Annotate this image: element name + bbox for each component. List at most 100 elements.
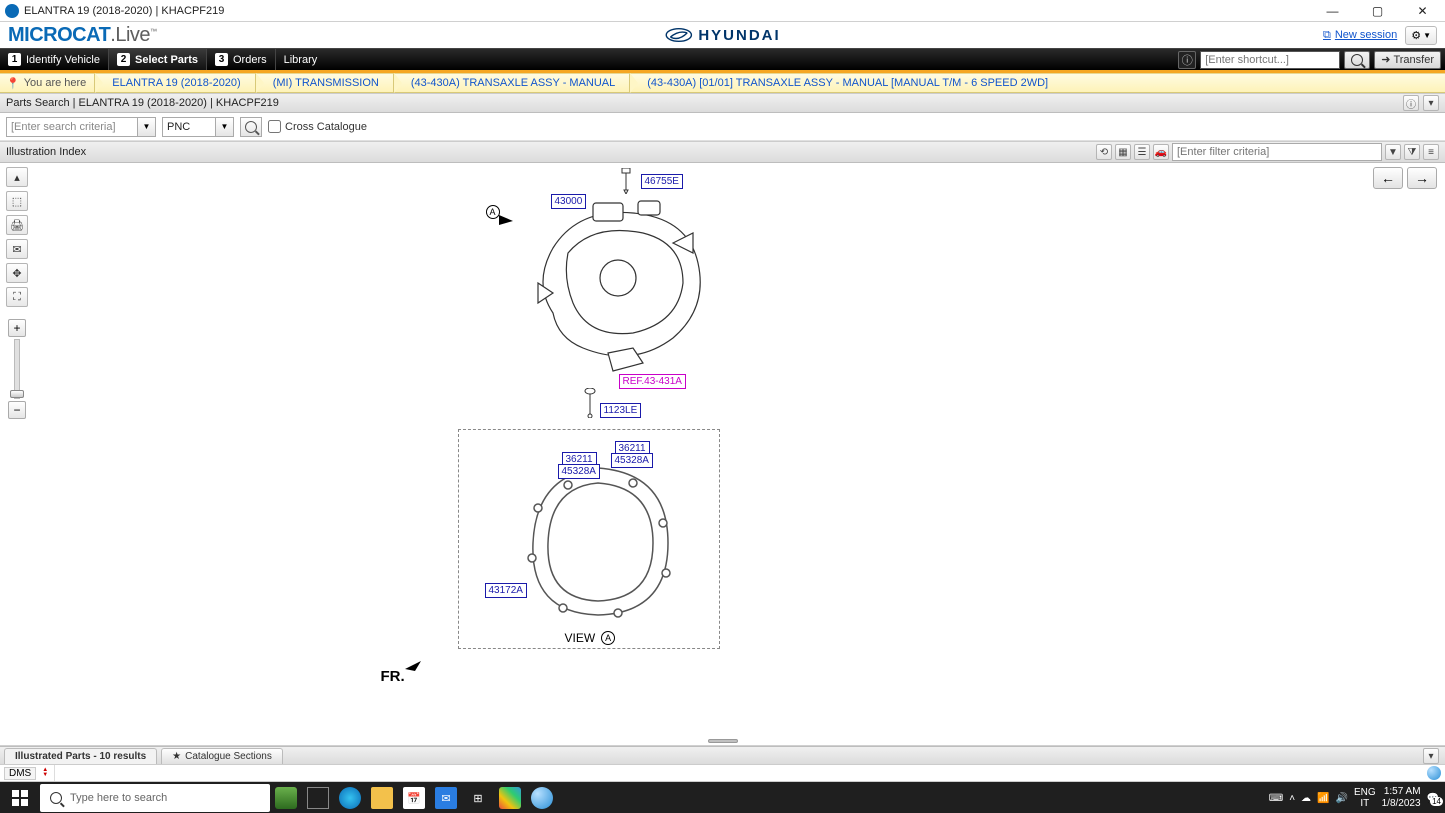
zoom-in-button[interactable]: +	[8, 319, 26, 337]
breadcrumb-item[interactable]: (43-430A) [01/01] TRANSAXLE ASSY - MANUA…	[629, 73, 1062, 93]
fullscreen-button[interactable]: ⛶	[6, 287, 28, 307]
callout-46755E[interactable]: 46755E	[641, 174, 683, 189]
breadcrumb-item[interactable]: ELANTRA 19 (2018-2020)	[94, 73, 254, 93]
transaxle-drawing	[523, 193, 723, 373]
nav-step-identify-vehicle[interactable]: 1 Identify Vehicle	[0, 49, 109, 70]
zoom-out-button[interactable]: −	[8, 401, 26, 419]
security-icon[interactable]: ⊞	[462, 782, 494, 813]
globe-icon[interactable]	[1427, 766, 1441, 780]
breadcrumb-item[interactable]: (43-430A) TRANSAXLE ASSY - MANUAL	[393, 73, 629, 93]
new-session-link[interactable]: ⧉ New session	[1323, 29, 1397, 42]
taskbar-clock[interactable]: 1:57 AM1/8/2023	[1382, 786, 1421, 810]
calendar-icon[interactable]: 📅	[398, 782, 430, 813]
pnc-input[interactable]	[163, 118, 215, 136]
callout-43000[interactable]: 43000	[551, 194, 587, 209]
edge-icon[interactable]	[334, 782, 366, 813]
mail-icon[interactable]: ✉	[430, 782, 462, 813]
chevron-down-icon[interactable]: ▼	[137, 118, 155, 136]
grid-view-button[interactable]: ▦	[1115, 144, 1131, 160]
callout-43172A[interactable]: 43172A	[485, 583, 527, 598]
zoom-slider[interactable]: + −	[6, 319, 28, 419]
filter-button[interactable]: ⧩	[1404, 144, 1420, 160]
collapse-tool-button[interactable]: ▴	[6, 167, 28, 187]
list-view-button[interactable]: ☰	[1134, 144, 1150, 160]
settings-button[interactable]: ⚙ ▼	[1405, 26, 1437, 45]
prev-illustration-button[interactable]: ←	[1373, 167, 1403, 189]
bellhousing-drawing	[518, 463, 678, 623]
breadcrumb-item[interactable]: (MI) TRANSMISSION	[255, 73, 393, 93]
window-title: ELANTRA 19 (2018-2020) | KHACPF219	[24, 5, 224, 17]
app-icon[interactable]	[494, 782, 526, 813]
search-button[interactable]	[240, 117, 262, 137]
file-explorer-icon[interactable]	[366, 782, 398, 813]
callout-45328A[interactable]: 45328A	[611, 453, 653, 468]
shortcut-go-button[interactable]	[1344, 51, 1370, 69]
view-a-label: VIEW A	[565, 631, 616, 645]
vehicle-view-button[interactable]: 🚗	[1153, 144, 1169, 160]
breadcrumb-label: You are here	[24, 77, 87, 89]
splitter-handle[interactable]	[708, 739, 738, 743]
callout-ref-43-431A[interactable]: REF.43-431A	[619, 374, 686, 389]
chevron-down-icon[interactable]: ▼	[215, 118, 233, 136]
info-button[interactable]: ⓘ	[1178, 51, 1196, 69]
nav-step-select-parts[interactable]: 2 Select Parts	[109, 49, 207, 70]
gear-icon: ⚙	[1411, 29, 1421, 42]
taskbar-search[interactable]: Type here to search	[40, 784, 270, 812]
window-close-button[interactable]: ✕	[1400, 0, 1445, 22]
cross-catalogue-checkbox[interactable]: Cross Catalogue	[268, 120, 367, 133]
tab-catalogue-sections[interactable]: ★Catalogue Sections	[161, 748, 283, 764]
collapse-button[interactable]: ▾	[1423, 95, 1439, 111]
refresh-button[interactable]: ⟲	[1096, 144, 1112, 160]
pnc-combo[interactable]: ▼	[162, 117, 234, 137]
pin-icon: 📍	[6, 77, 20, 90]
sync-icon[interactable]: ▲▼	[42, 768, 48, 778]
callout-1123LE[interactable]: 1123LE	[600, 403, 642, 418]
taskbar-app-icon[interactable]	[270, 782, 302, 813]
wifi-icon[interactable]: 📶	[1317, 793, 1329, 804]
select-tool-button[interactable]: ⬚	[6, 191, 28, 211]
windows-taskbar: Type here to search 📅 ✉ ⊞ ⌨ ˄ ☁ 📶 🔊 ENGI…	[0, 782, 1445, 813]
view-marker-a: A	[486, 205, 500, 219]
arrow-icon	[499, 213, 515, 225]
options-button[interactable]: ≡	[1423, 144, 1439, 160]
illustration-index-header: Illustration Index ⟲ ▦ ☰ 🚗 ▼ ⧩ ≡	[0, 141, 1445, 163]
chevron-down-icon: ▼	[1423, 31, 1431, 40]
filter-input[interactable]	[1172, 143, 1382, 161]
results-tabbar: Illustrated Parts - 10 results ★Catalogu…	[0, 746, 1445, 764]
email-button[interactable]: ✉	[6, 239, 28, 259]
tray-chevron-icon[interactable]: ˄	[1289, 793, 1295, 804]
browser-icon[interactable]	[526, 782, 558, 813]
expand-results-button[interactable]: ▾	[1423, 748, 1439, 764]
language-indicator[interactable]: ENGIT	[1354, 787, 1376, 809]
nav-library[interactable]: Library	[276, 49, 326, 70]
next-illustration-button[interactable]: →	[1407, 167, 1437, 189]
parts-diagram: A 46755E 43000 REF.43-431A 1123LE 36211 …	[263, 163, 1183, 743]
callout-45328A[interactable]: 45328A	[558, 464, 600, 479]
transfer-icon: ➜	[1381, 53, 1390, 66]
system-tray: ⌨ ˄ ☁ 📶 🔊 ENGIT 1:57 AM1/8/2023 💬14	[1269, 786, 1445, 810]
shortcut-input[interactable]	[1200, 51, 1340, 69]
start-button[interactable]	[0, 782, 40, 813]
notifications-icon[interactable]: 💬14	[1427, 793, 1439, 804]
zoom-thumb[interactable]	[10, 390, 24, 398]
info-icon-button[interactable]: ⓘ	[1403, 95, 1419, 111]
brand-logo: HYUNDAI	[664, 27, 780, 44]
task-view-button[interactable]	[302, 782, 334, 813]
filter-dropdown-button[interactable]: ▼	[1385, 144, 1401, 160]
main-navbar: 1 Identify Vehicle 2 Select Parts 3 Orde…	[0, 48, 1445, 70]
nav-step-orders[interactable]: 3 Orders	[207, 49, 276, 70]
zoom-track[interactable]	[14, 339, 20, 399]
search-criteria-input[interactable]	[7, 118, 137, 136]
window-maximize-button[interactable]: ▢	[1355, 0, 1400, 22]
transfer-button[interactable]: ➜Transfer	[1374, 51, 1441, 69]
onedrive-icon[interactable]: ☁	[1301, 793, 1311, 804]
print-button[interactable]: 🖨	[6, 215, 28, 235]
search-criteria-combo[interactable]: ▼	[6, 117, 156, 137]
move-tool-button[interactable]: ✥	[6, 263, 28, 283]
tab-illustrated-parts[interactable]: Illustrated Parts - 10 results	[4, 748, 157, 764]
volume-icon[interactable]: 🔊	[1335, 793, 1347, 804]
window-minimize-button[interactable]: —	[1310, 0, 1355, 22]
illustration-canvas[interactable]: ▴ ⬚ 🖨 ✉ ✥ ⛶ + − ← →	[0, 163, 1445, 746]
bolt-drawing	[583, 388, 597, 418]
keyboard-icon[interactable]: ⌨	[1269, 793, 1283, 804]
